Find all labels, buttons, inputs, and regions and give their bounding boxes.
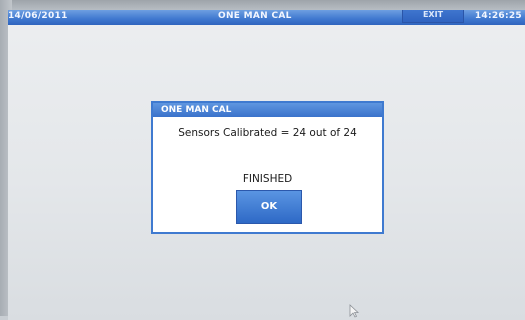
header-title: ONE MAN CAL <box>218 11 292 21</box>
ok-button[interactable]: OK <box>236 190 302 224</box>
dialog-status: FINISHED <box>242 173 293 185</box>
exit-button-label: EXIT <box>422 10 444 19</box>
exit-button[interactable]: EXIT <box>402 10 464 23</box>
dialog-message: Sensors Calibrated = 24 out of 24 <box>178 127 357 139</box>
calibration-dialog: ONE MAN CAL Sensors Calibrated = 24 out … <box>151 101 384 234</box>
dialog-title: ONE MAN CAL <box>153 103 382 117</box>
header-date: 14/06/2011 <box>8 11 68 21</box>
header-time: 14:26:25 <box>474 11 522 21</box>
screen: 14/06/2011 ONE MAN CAL 14:26:25 EXIT ONE… <box>8 10 525 320</box>
